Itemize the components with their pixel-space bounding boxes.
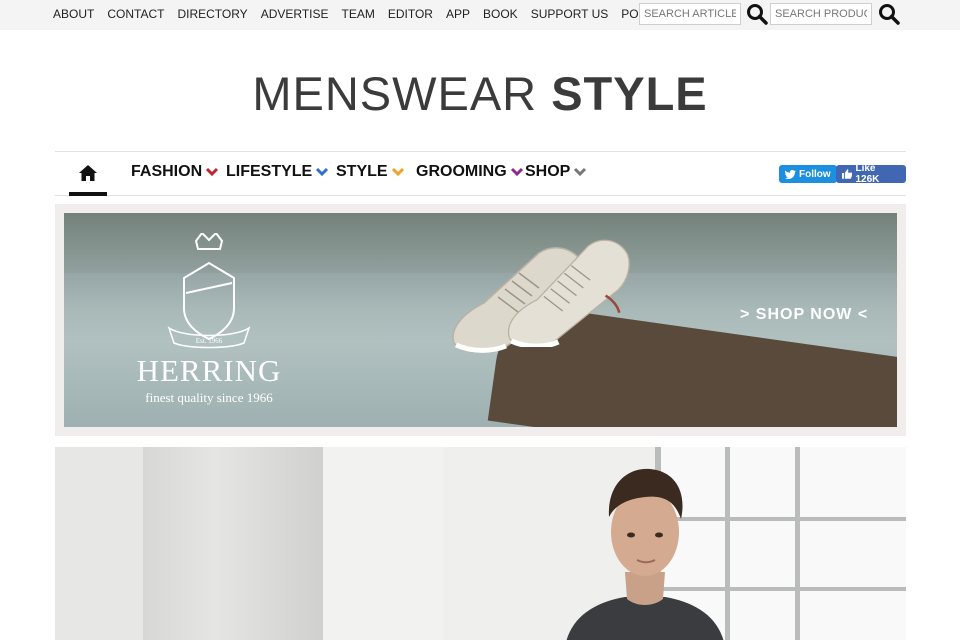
top-utility-bar: ABOUT CONTACT DIRECTORY ADVERTISE TEAM E… xyxy=(0,0,960,30)
nav-item-fashion[interactable]: FASHION xyxy=(131,163,219,181)
home-icon xyxy=(79,165,97,181)
chevron-down-icon xyxy=(574,167,587,177)
search-articles-input[interactable] xyxy=(639,3,741,25)
top-link-contact[interactable]: CONTACT xyxy=(107,7,164,21)
nav-item-lifestyle[interactable]: LIFESTYLE xyxy=(226,163,329,181)
top-links: ABOUT CONTACT DIRECTORY ADVERTISE TEAM E… xyxy=(53,7,700,21)
main-nav: FASHION LIFESTYLE STYLE GROOMING SHOP Fo… xyxy=(55,151,906,196)
hero-column xyxy=(143,447,323,640)
top-link-editor[interactable]: EDITOR xyxy=(388,7,433,21)
shop-now-button[interactable]: > SHOP NOW < xyxy=(740,306,868,324)
hero-wall xyxy=(55,447,145,640)
facebook-like-label: Like 126K xyxy=(855,163,880,185)
top-link-book[interactable]: BOOK xyxy=(483,7,518,21)
chevron-down-icon xyxy=(316,167,329,177)
top-link-about[interactable]: ABOUT xyxy=(53,7,94,21)
shoe-image xyxy=(507,239,630,347)
top-link-team[interactable]: TEAM xyxy=(342,7,375,21)
nav-item-grooming[interactable]: GROOMING xyxy=(416,163,524,181)
chevron-down-icon xyxy=(391,167,404,177)
top-link-support-us[interactable]: SUPPORT US xyxy=(531,7,609,21)
thumbs-up-icon xyxy=(842,169,853,179)
site-logo[interactable]: MENSWEAR STYLE xyxy=(0,66,960,121)
nav-item-label: SHOP xyxy=(525,163,571,180)
logo-text-bold: STYLE xyxy=(551,67,708,120)
ad-est-text: Est. 1966 xyxy=(196,337,223,345)
search-icon[interactable] xyxy=(878,3,900,25)
top-link-directory[interactable]: DIRECTORY xyxy=(177,7,247,21)
top-link-advertise[interactable]: ADVERTISE xyxy=(261,7,329,21)
ad-brand-name: HERRING xyxy=(136,353,282,388)
chevron-down-icon xyxy=(206,167,219,177)
banner-ad[interactable]: Est. 1966 HERRING finest quality since 1… xyxy=(55,204,906,436)
logo-text-light: MENSWEAR xyxy=(252,67,538,120)
hero-column xyxy=(323,447,443,640)
herring-ad-image[interactable]: Est. 1966 HERRING finest quality since 1… xyxy=(64,213,897,427)
search-products-input[interactable] xyxy=(770,3,872,25)
ad-tagline: finest quality since 1966 xyxy=(145,390,273,405)
nav-item-label: STYLE xyxy=(336,163,388,180)
hero-image[interactable] xyxy=(55,447,906,640)
top-link-app[interactable]: APP xyxy=(446,7,470,21)
nav-item-shop[interactable]: SHOP xyxy=(525,163,587,181)
twitter-follow-button[interactable]: Follow xyxy=(779,165,837,183)
model-photo xyxy=(566,468,724,640)
twitter-follow-label: Follow xyxy=(799,168,831,180)
nav-item-style[interactable]: STYLE xyxy=(336,163,405,181)
nav-item-label: GROOMING xyxy=(416,163,507,180)
nav-item-label: FASHION xyxy=(131,163,203,180)
facebook-like-button[interactable]: Like 126K xyxy=(836,163,906,185)
nav-item-label: LIFESTYLE xyxy=(226,163,313,180)
nav-home[interactable] xyxy=(69,162,107,196)
herring-crest-logo: Est. 1966 xyxy=(167,233,251,349)
search-icon[interactable] xyxy=(746,3,768,25)
chevron-down-icon xyxy=(510,167,523,177)
twitter-bird-icon xyxy=(785,169,796,179)
